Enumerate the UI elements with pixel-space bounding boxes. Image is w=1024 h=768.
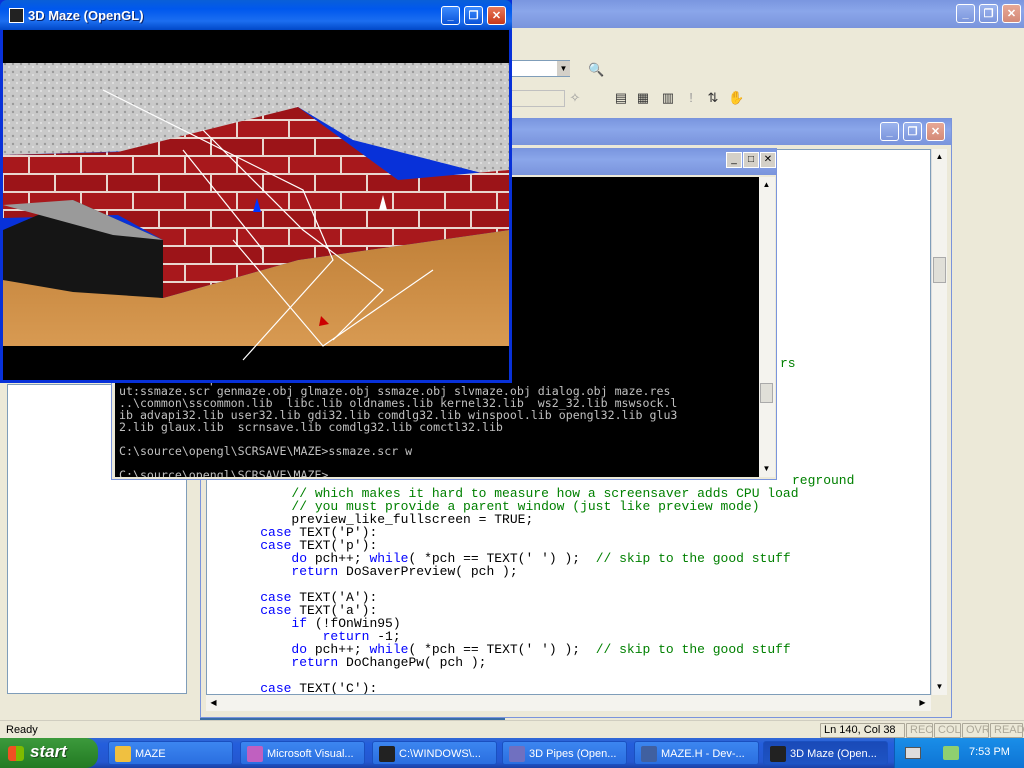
code-keyword: return [291, 564, 339, 579]
console-maximize-button[interactable]: □ [743, 152, 759, 168]
taskbar-button-label: 3D Maze (Open... [790, 748, 877, 760]
code-text: DoChangePw( pch ); [338, 655, 487, 670]
status-ready: Ready [6, 724, 38, 736]
sort-icon[interactable]: ⇅ [705, 90, 721, 106]
editor-vscrollbar[interactable]: ▲ ▼ [931, 149, 947, 695]
scroll-thumb[interactable] [933, 257, 946, 283]
start-label: start [30, 742, 67, 761]
taskbar-button[interactable]: MAZE.H - Dev-... [634, 741, 759, 765]
code-text: DoSaverPreview( pch ); [338, 564, 518, 579]
network-icon[interactable] [943, 746, 959, 760]
code-text: TEXT('C'): [291, 681, 378, 695]
code-line: return DoChangePw( pch ); [229, 656, 486, 669]
taskbar-button-label: MAZE [135, 748, 166, 760]
taskbar-button-label: C:\WINDOWS\... [399, 748, 481, 760]
keyboard-icon[interactable] [905, 747, 921, 759]
cmd-icon [379, 746, 395, 762]
scroll-right-arrow-icon[interactable]: ▶ [915, 695, 930, 710]
console-close-button[interactable]: ✕ [760, 152, 776, 168]
console-line: C:\source\opengl\SCRSAVE\MAZE>ssmaze.scr… [119, 444, 413, 458]
console-scroll-down-icon[interactable]: ▼ [759, 461, 774, 476]
code-keyword: return [291, 655, 339, 670]
status-col: COL [934, 723, 961, 738]
code-lines: // which makes it hard to measure how a … [229, 487, 929, 695]
taskbar-button-label: 3D Pipes (Open... [529, 748, 617, 760]
maze-app-icon [9, 8, 24, 23]
taskbar-button[interactable]: 3D Maze (Open... [763, 741, 888, 765]
maze-letterbox-bottom [3, 346, 509, 380]
maze-app-icon [770, 746, 786, 762]
pipes-icon [509, 746, 525, 762]
combo-dropdown-icon[interactable]: ▼ [557, 61, 570, 76]
code-line: case TEXT('C'): [229, 681, 378, 695]
status-position: Ln 140, Col 38 [820, 723, 905, 738]
compile-icon[interactable]: ▤ [613, 90, 629, 106]
maze-window-title: 3D Maze (OpenGL) [28, 8, 144, 23]
taskbar-button[interactable]: 3D Pipes (Open... [502, 741, 627, 765]
console-peek-text: rs [780, 356, 796, 371]
taskbar-button[interactable]: MAZE [108, 741, 233, 765]
clock: 7:53 PM [969, 746, 1010, 758]
folder-icon [115, 746, 131, 762]
maximize-button[interactable]: ❐ [979, 4, 998, 23]
editor-close-button[interactable]: ✕ [926, 122, 945, 141]
maze-minimize-button[interactable]: _ [441, 6, 460, 25]
taskbar-button-label: Microsoft Visual... [267, 748, 354, 760]
minimize-button[interactable]: _ [956, 4, 975, 23]
console-scroll-up-icon[interactable]: ▲ [759, 177, 774, 192]
scroll-down-arrow-icon[interactable]: ▼ [932, 679, 947, 694]
console-scroll-thumb[interactable] [760, 383, 773, 403]
status-ovr: OVR [962, 723, 990, 738]
maze-close-button[interactable]: ✕ [487, 6, 506, 25]
visual-studio-icon [247, 746, 263, 762]
windows-logo-icon [8, 746, 24, 761]
scroll-left-arrow-icon[interactable]: ◀ [206, 695, 221, 710]
system-tray: 7:53 PM [894, 738, 1024, 768]
code-partial-top: reground [792, 473, 855, 488]
status-rec: REC [906, 723, 933, 738]
toolbar-combo-disabled [510, 90, 565, 107]
build-icon[interactable]: ▦ [635, 90, 651, 106]
console-line: 2.lib glaux.lib scrnsave.lib comdlg32.li… [119, 420, 503, 434]
editor-minimize-button[interactable]: _ [880, 122, 899, 141]
maze-maximize-button[interactable]: ❐ [464, 6, 483, 25]
devcpp-icon [641, 746, 657, 762]
taskbar-button[interactable]: Microsoft Visual... [240, 741, 365, 765]
editor-maximize-button[interactable]: ❐ [903, 122, 922, 141]
find-icon[interactable]: 🔍 [588, 62, 604, 78]
code-keyword: case [260, 681, 292, 695]
rebuild-icon[interactable]: ▥ [660, 90, 676, 106]
wand-icon[interactable]: ✧ [567, 90, 583, 106]
code-comment: // skip to the good stuff [595, 642, 791, 657]
editor-hscrollbar[interactable]: ◀ ▶ [206, 695, 931, 711]
hand-icon[interactable]: ✋ [728, 90, 744, 106]
close-button[interactable]: ✕ [1002, 4, 1021, 23]
background-title-bar [505, 0, 1024, 28]
console-vscrollbar[interactable]: ▲ ▼ [759, 177, 775, 477]
code-comment: // skip to the good stuff [595, 551, 791, 566]
maze-letterbox-top [3, 30, 509, 63]
taskbar-button-label: MAZE.H - Dev-... [661, 748, 745, 760]
scroll-up-arrow-icon[interactable]: ▲ [932, 149, 947, 164]
stop-icon[interactable]: ! [683, 90, 699, 106]
code-line: return DoSaverPreview( pch ); [229, 564, 518, 579]
maze-window: 3D Maze (OpenGL) _ ❐ ✕ [0, 0, 512, 383]
console-minimize-button[interactable]: _ [726, 152, 742, 168]
status-read: READ [990, 723, 1024, 738]
console-line: C:\source\opengl\SCRSAVE\MAZE> [119, 468, 329, 477]
start-button[interactable]: start [0, 738, 98, 768]
taskbar-button[interactable]: C:\WINDOWS\... [372, 741, 497, 765]
maze-3d-viewport[interactable] [3, 30, 509, 380]
